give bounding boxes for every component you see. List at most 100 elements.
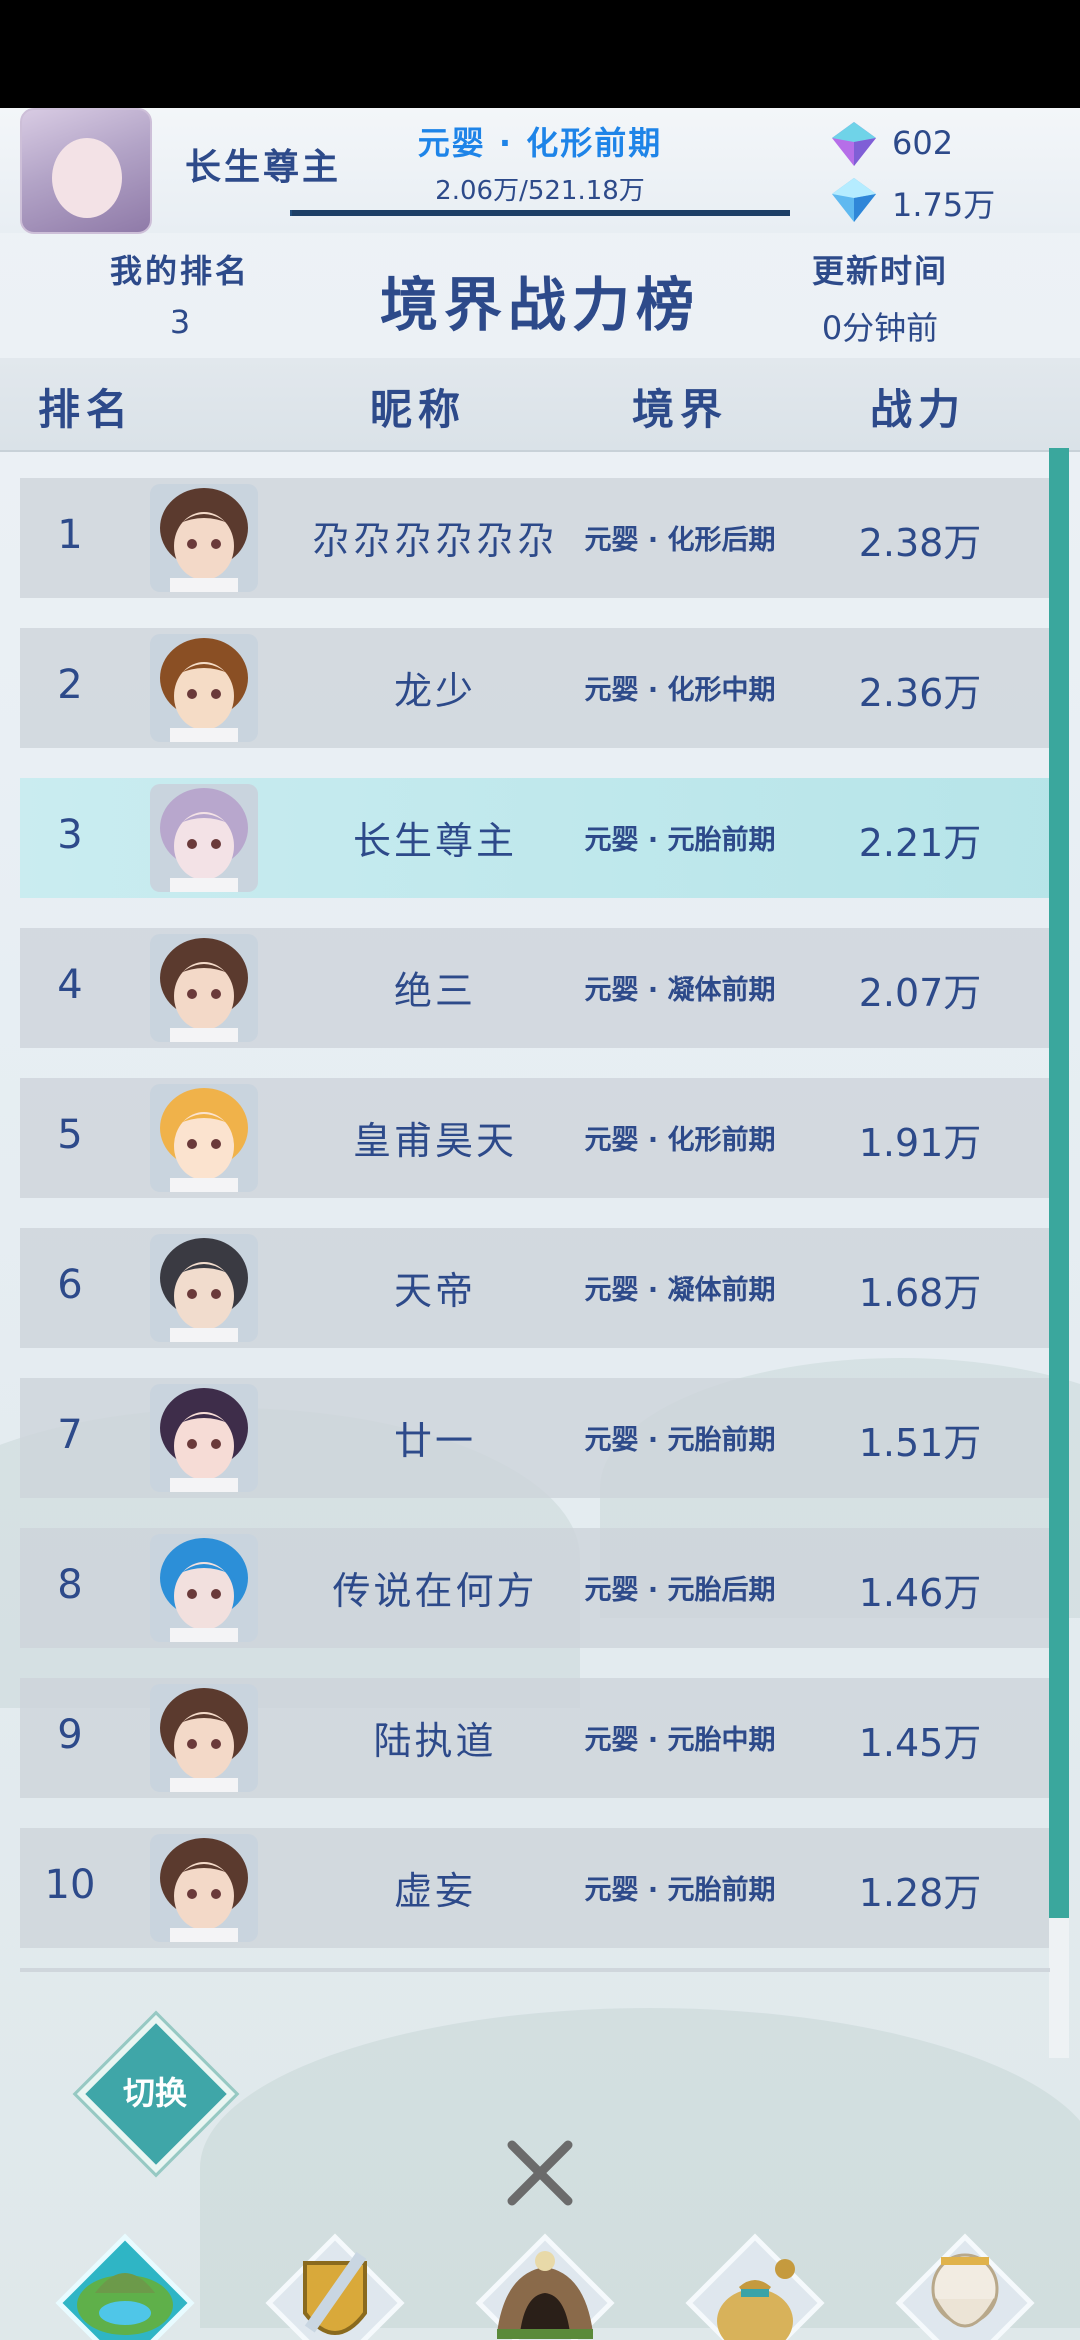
row-avatar[interactable]: [150, 634, 258, 742]
table-row[interactable]: 3 长生尊主 元婴 · 元胎前期 2.21万: [20, 778, 1050, 898]
row-rank: 6: [57, 1262, 83, 1308]
row-rank: 2: [57, 662, 83, 708]
row-rank: 3: [57, 812, 83, 858]
row-nickname: 陆执道: [373, 1719, 497, 1763]
row-power: 1.45万: [858, 1721, 982, 1765]
avatar-portrait: [150, 484, 258, 592]
nav-character[interactable]: 角色: [870, 2233, 1060, 2340]
avatar-portrait: [150, 1084, 258, 1192]
status-bar: [0, 0, 1080, 108]
avatar-portrait: [150, 784, 258, 892]
table-row[interactable]: 5 皇甫昊天 元婴 · 化形前期 1.91万: [20, 1078, 1050, 1198]
exp-text: 2.06万/521.18万: [435, 176, 645, 206]
row-realm: 元婴 · 化形中期: [584, 675, 776, 706]
row-avatar[interactable]: [150, 1834, 258, 1942]
avatar-portrait: [150, 1834, 258, 1942]
row-power: 1.91万: [858, 1121, 982, 1165]
row-avatar[interactable]: [150, 1234, 258, 1342]
row-nickname: 龙少: [393, 669, 476, 713]
player-avatar[interactable]: [20, 108, 152, 234]
column-rank: 排名: [38, 385, 135, 434]
row-realm: 元婴 · 凝体前期: [584, 975, 776, 1006]
row-realm: 元婴 · 元胎后期: [584, 1575, 776, 1606]
column-power: 战力: [870, 385, 967, 434]
table-row[interactable]: 1 尕尕尕尕尕尕 元婴 · 化形后期 2.38万: [20, 478, 1050, 598]
table-row[interactable]: 4 绝三 元婴 · 凝体前期 2.07万: [20, 928, 1050, 1048]
row-nickname: 尕尕尕尕尕尕: [311, 519, 558, 563]
row-nickname: 绝三: [393, 969, 476, 1013]
player-name: 长生尊主: [185, 147, 342, 188]
table-row[interactable]: 10 虚妄 元婴 · 元胎前期 1.28万: [20, 1828, 1050, 1948]
row-nickname: 虚妄: [393, 1869, 476, 1913]
table-row[interactable]: 7 廿一 元婴 · 元胎前期 1.51万: [20, 1378, 1050, 1498]
column-headers: 排名 昵称 境界 战力: [0, 358, 1080, 452]
avatar-portrait: [150, 1684, 258, 1792]
player-realm: 元婴 · 化形前期: [417, 124, 663, 162]
bottom-navigation: 世界 战斗 洞府: [0, 2223, 1080, 2340]
blue-gem-value: 1.75万: [892, 186, 996, 224]
row-rank: 9: [57, 1712, 83, 1758]
nav-world[interactable]: 世界: [30, 2233, 220, 2340]
row-realm: 元婴 · 元胎中期: [584, 1725, 776, 1756]
switch-button-label[interactable]: 切换: [85, 2068, 225, 2114]
row-nickname: 天帝: [393, 1269, 476, 1313]
my-rank-label: 我的排名: [109, 252, 250, 290]
nav-storage[interactable]: 储物: [660, 2233, 850, 2340]
row-rank: 5: [57, 1112, 83, 1158]
row-avatar[interactable]: [150, 1684, 258, 1792]
column-realm: 境界: [632, 385, 729, 434]
update-time-label: 更新时间: [811, 252, 948, 290]
row-power: 2.36万: [858, 671, 982, 715]
row-nickname: 皇甫昊天: [352, 1119, 517, 1163]
row-power: 1.51万: [858, 1421, 982, 1465]
row-power: 2.07万: [858, 971, 982, 1015]
row-power: 1.46万: [858, 1571, 982, 1615]
world-island-icon: [55, 2233, 195, 2340]
table-row[interactable]: 9 陆执道 元婴 · 元胎中期 1.45万: [20, 1678, 1050, 1798]
exp-progress-fill: [290, 210, 292, 216]
list-divider: [20, 1968, 1050, 1972]
leaderboard-page: 长生尊主 元婴 · 化形前期 2.06万/521.18万 602 1.75万 我…: [0, 108, 1080, 2340]
nav-cave[interactable]: 洞府: [450, 2233, 640, 2340]
row-realm: 元婴 · 化形后期: [584, 525, 776, 556]
blue-gem-currency: 1.75万: [830, 172, 1060, 228]
row-nickname: 廿一: [393, 1419, 476, 1463]
close-icon[interactable]: [500, 2133, 580, 2213]
exp-progress-bar: [290, 210, 790, 216]
table-row[interactable]: 6 天帝 元婴 · 凝体前期 1.68万: [20, 1228, 1050, 1348]
row-nickname: 长生尊主: [352, 819, 517, 863]
row-rank: 4: [57, 962, 83, 1008]
avatar-portrait: [150, 634, 258, 742]
row-avatar[interactable]: [150, 1534, 258, 1642]
cave-icon: [475, 2233, 615, 2340]
row-avatar[interactable]: [150, 934, 258, 1042]
leaderboard-list[interactable]: 1 尕尕尕尕尕尕 元婴 · 化形后期 2.38万 2 龙少 元婴 · 化形中期 2.36万 3 长…: [0, 458, 1080, 2078]
character-armor-icon: [895, 2233, 1035, 2340]
scrollbar-thumb[interactable]: [1049, 448, 1069, 1918]
column-nickname: 昵称: [370, 385, 467, 434]
nav-battle[interactable]: 战斗: [240, 2233, 430, 2340]
row-rank: 8: [57, 1562, 83, 1608]
row-rank: 10: [44, 1862, 96, 1908]
row-realm: 元婴 · 凝体前期: [584, 1275, 776, 1306]
avatar-portrait: [150, 1534, 258, 1642]
row-power: 1.28万: [858, 1871, 982, 1915]
row-realm: 元婴 · 元胎前期: [584, 1875, 776, 1906]
blue-gem-icon: [832, 178, 876, 222]
purple-gem-currency: 602: [830, 116, 1060, 172]
row-power: 1.68万: [858, 1271, 982, 1315]
table-row[interactable]: 8 传说在何方 元婴 · 元胎后期 1.46万: [20, 1528, 1050, 1648]
storage-bag-icon: [685, 2233, 825, 2340]
update-time-value: 0分钟前: [821, 309, 939, 347]
row-avatar[interactable]: [150, 1084, 258, 1192]
row-rank: 1: [57, 512, 83, 558]
row-avatar[interactable]: [150, 1384, 258, 1492]
row-avatar[interactable]: [150, 484, 258, 592]
my-rank-value: 3: [169, 303, 191, 341]
row-power: 2.38万: [858, 521, 982, 565]
row-avatar[interactable]: [150, 784, 258, 892]
purple-gem-value: 602: [892, 124, 954, 162]
avatar-portrait: [150, 1384, 258, 1492]
purple-gem-icon: [832, 122, 876, 166]
table-row[interactable]: 2 龙少 元婴 · 化形中期 2.36万: [20, 628, 1050, 748]
